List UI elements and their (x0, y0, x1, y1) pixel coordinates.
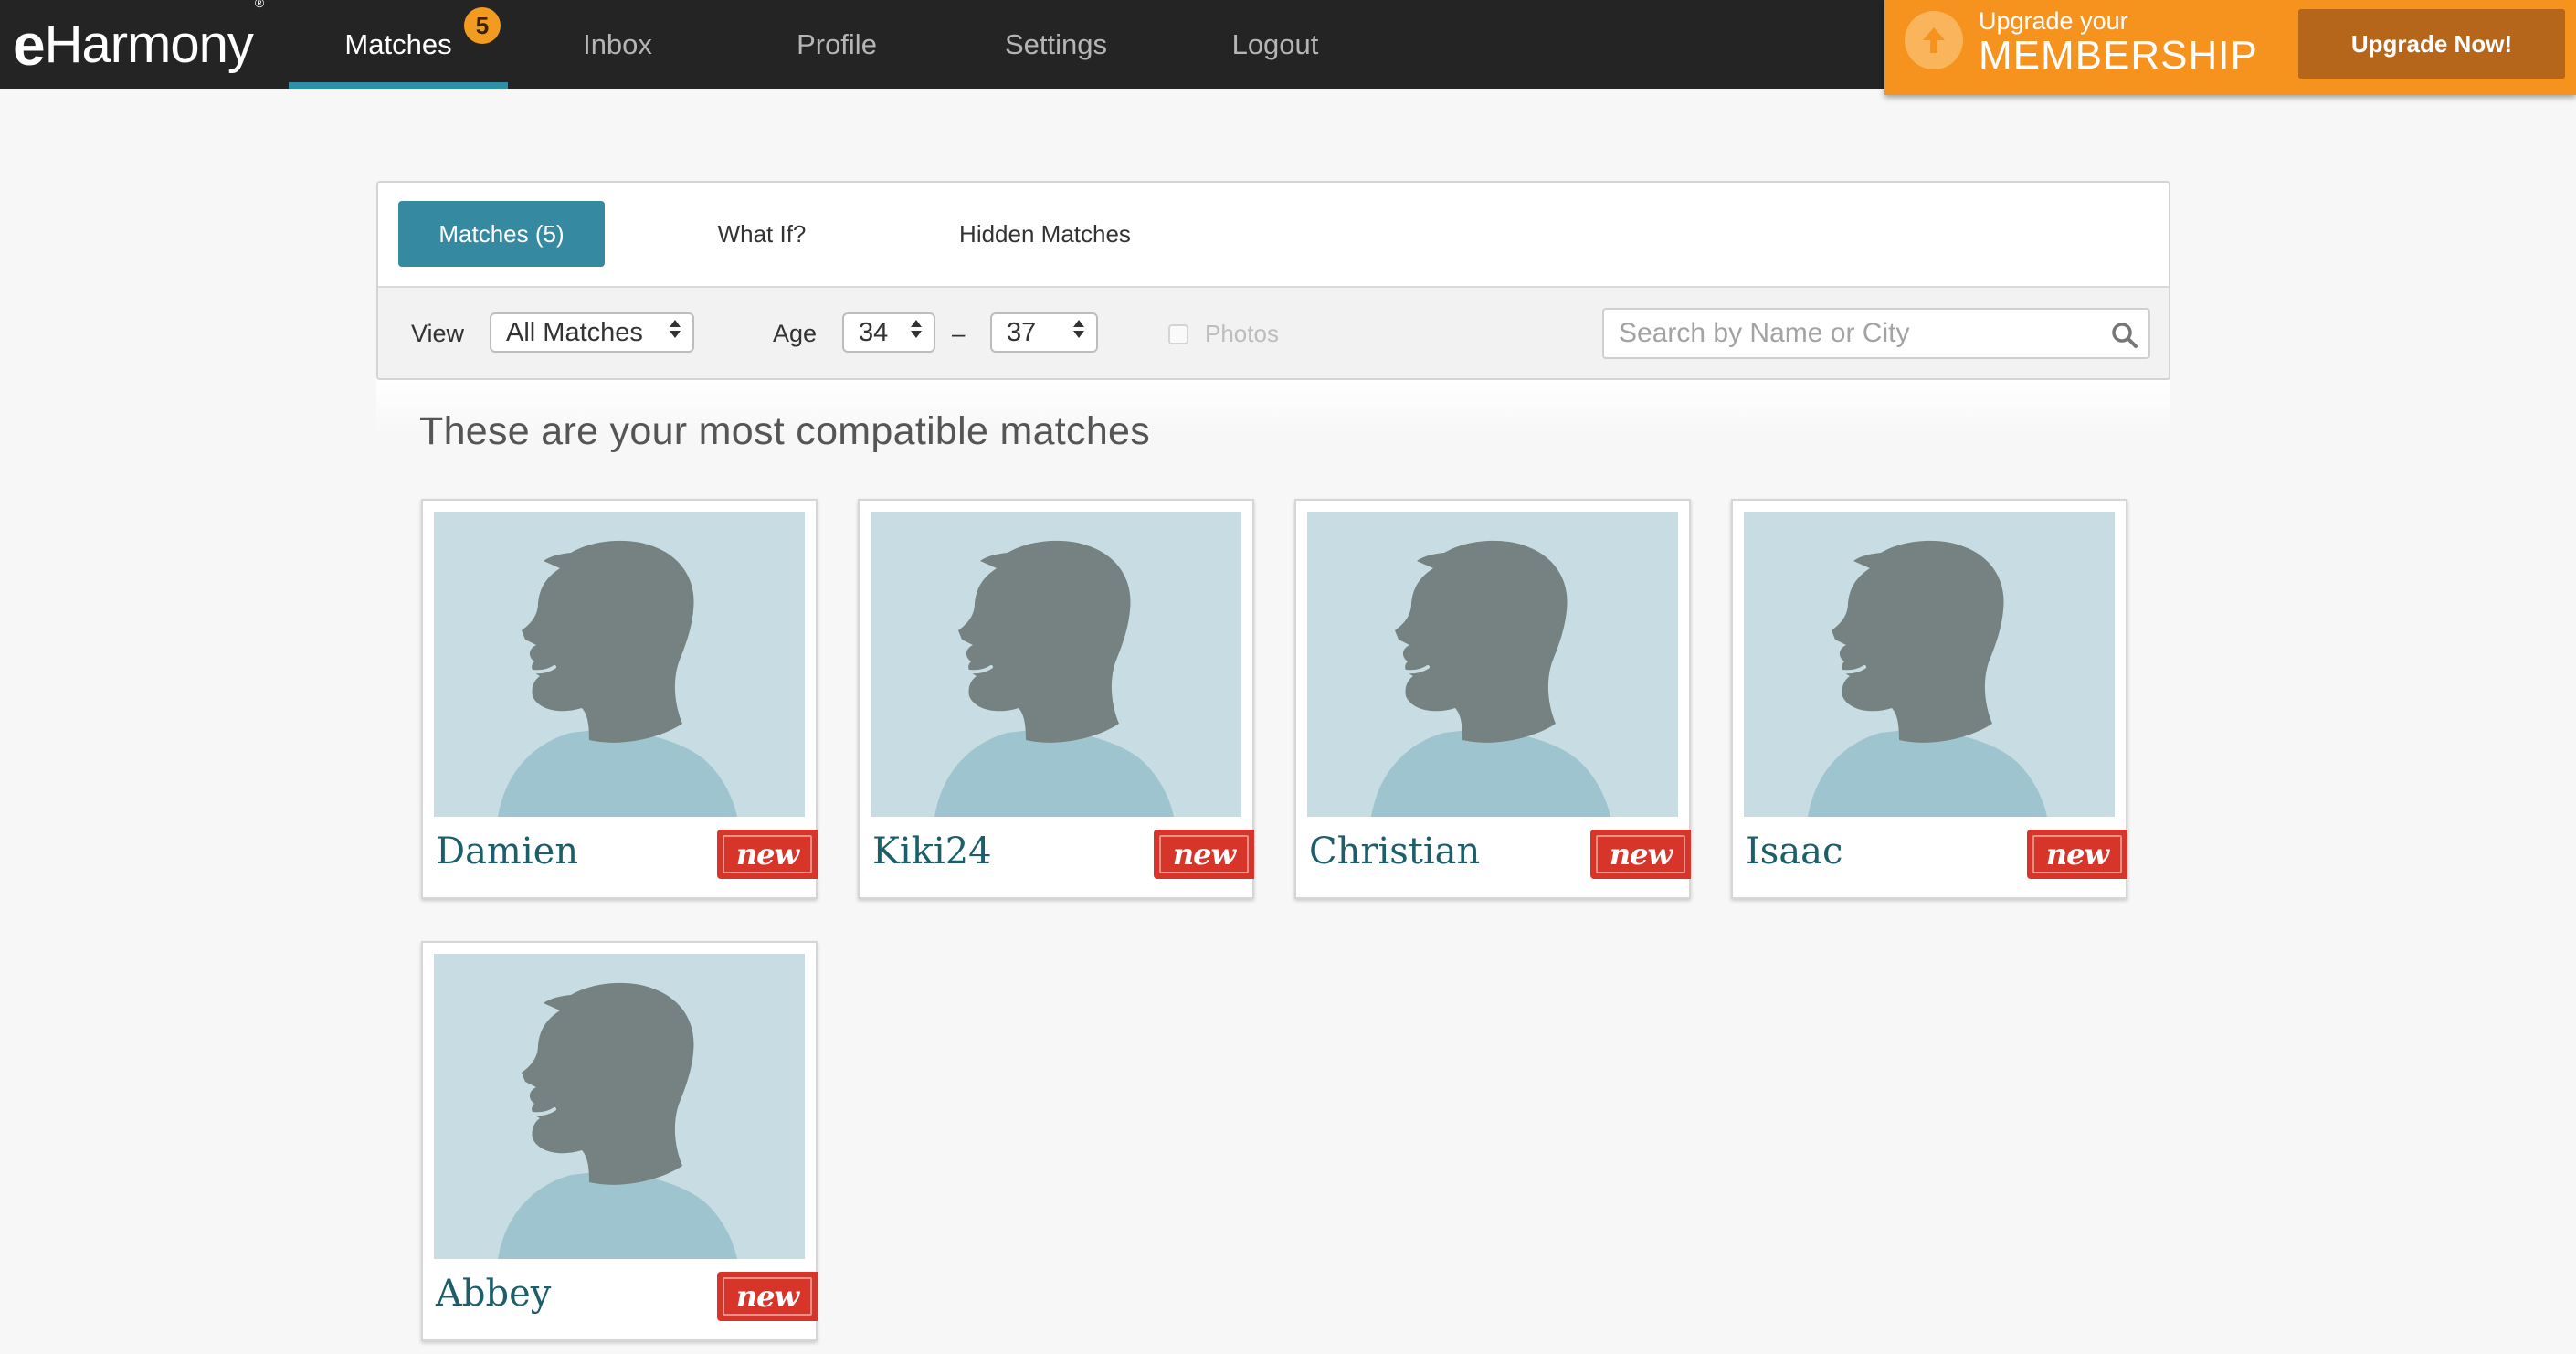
age-max-select[interactable]: 37 (990, 312, 1098, 353)
match-card-2[interactable]: Kiki24 new (858, 499, 1254, 899)
nav-settings-label: Settings (1004, 27, 1107, 60)
tab-matches[interactable]: Matches (5) (398, 201, 605, 267)
match-name[interactable]: Kiki24 (872, 824, 992, 879)
photos-label: Photos (1205, 320, 1279, 347)
new-badge: new (1590, 830, 1691, 879)
new-badge: new (2027, 830, 2127, 879)
upgrade-line1: Upgrade your (1979, 7, 2128, 35)
view-select[interactable]: All Matches (490, 312, 694, 353)
profile-photo-placeholder (434, 954, 805, 1259)
nav-settings[interactable]: Settings (946, 0, 1166, 89)
logo-trademark: ® (254, 0, 264, 10)
new-badge: new (717, 1272, 818, 1321)
nav-inbox[interactable]: Inbox (508, 0, 727, 89)
select-arrows-icon (1072, 320, 1085, 338)
profile-photo-placeholder (1744, 512, 2115, 817)
nav-logout-label: Logout (1231, 27, 1319, 60)
match-name[interactable]: Isaac (1746, 824, 1842, 879)
person-silhouette-icon (1744, 512, 2115, 817)
search-input[interactable] (1602, 308, 2150, 359)
nav-profile-label: Profile (797, 27, 877, 60)
view-label: View (411, 320, 465, 347)
match-card-3[interactable]: Christian new (1294, 499, 1691, 899)
match-card-1[interactable]: Damien new (421, 499, 818, 899)
person-silhouette-icon (871, 512, 1241, 817)
matches-count-badge: 5 (464, 7, 501, 44)
matches-filter-panel: Matches (5) What If? Hidden Matches View… (376, 181, 2170, 380)
upgrade-membership-banner[interactable]: Upgrade your MEMBERSHIP Upgrade Now! (1884, 0, 2576, 95)
select-arrows-icon (669, 320, 681, 338)
person-silhouette-icon (434, 954, 805, 1259)
logo-e: e (13, 12, 46, 78)
match-card-5[interactable]: Abbey new (421, 941, 818, 1341)
page-heading: These are your most compatible matches (419, 409, 1151, 453)
person-silhouette-icon (434, 512, 805, 817)
top-navigation-bar: e Harmony ® Matches 5 Inbox Profile Settin… (0, 0, 2576, 95)
nav-profile[interactable]: Profile (727, 0, 946, 89)
age-range-separator: – (952, 320, 966, 347)
logo-text: Harmony (44, 15, 254, 74)
match-name[interactable]: Abbey (436, 1266, 551, 1321)
eharmony-logo[interactable]: e Harmony ® (13, 0, 264, 78)
age-max-value: 37 (1007, 317, 1037, 347)
match-card-4[interactable]: Isaac new (1731, 499, 2127, 899)
filter-row: View All Matches Age 34 – 37 Photos (378, 286, 2169, 378)
person-silhouette-icon (1307, 512, 1678, 817)
age-min-value: 34 (859, 317, 889, 347)
arrow-up-circle-icon (1905, 11, 1963, 69)
new-badge: new (1154, 830, 1254, 879)
profile-photo-placeholder (871, 512, 1241, 817)
nav-inbox-label: Inbox (583, 27, 652, 60)
tab-hidden-matches[interactable]: Hidden Matches (917, 201, 1173, 267)
nav-matches-label: Matches (344, 27, 452, 60)
age-min-select[interactable]: 34 (842, 312, 935, 353)
profile-photo-placeholder (1307, 512, 1678, 817)
new-badge: new (717, 830, 818, 879)
match-name[interactable]: Damien (436, 824, 578, 879)
tab-what-if[interactable]: What If? (670, 201, 853, 267)
view-select-value: All Matches (506, 317, 643, 347)
nav-matches[interactable]: Matches 5 (289, 0, 508, 89)
photos-checkbox[interactable] (1168, 324, 1188, 344)
upgrade-now-button[interactable]: Upgrade Now! (2298, 9, 2565, 79)
profile-photo-placeholder (434, 512, 805, 817)
upgrade-line2: MEMBERSHIP (1979, 33, 2258, 78)
select-arrows-icon (910, 320, 923, 338)
nav-logout[interactable]: Logout (1166, 0, 1385, 89)
search-icon[interactable] (2110, 321, 2139, 350)
match-name[interactable]: Christian (1309, 824, 1480, 879)
match-tabs: Matches (5) What If? Hidden Matches (378, 183, 2169, 286)
age-label: Age (773, 320, 818, 347)
